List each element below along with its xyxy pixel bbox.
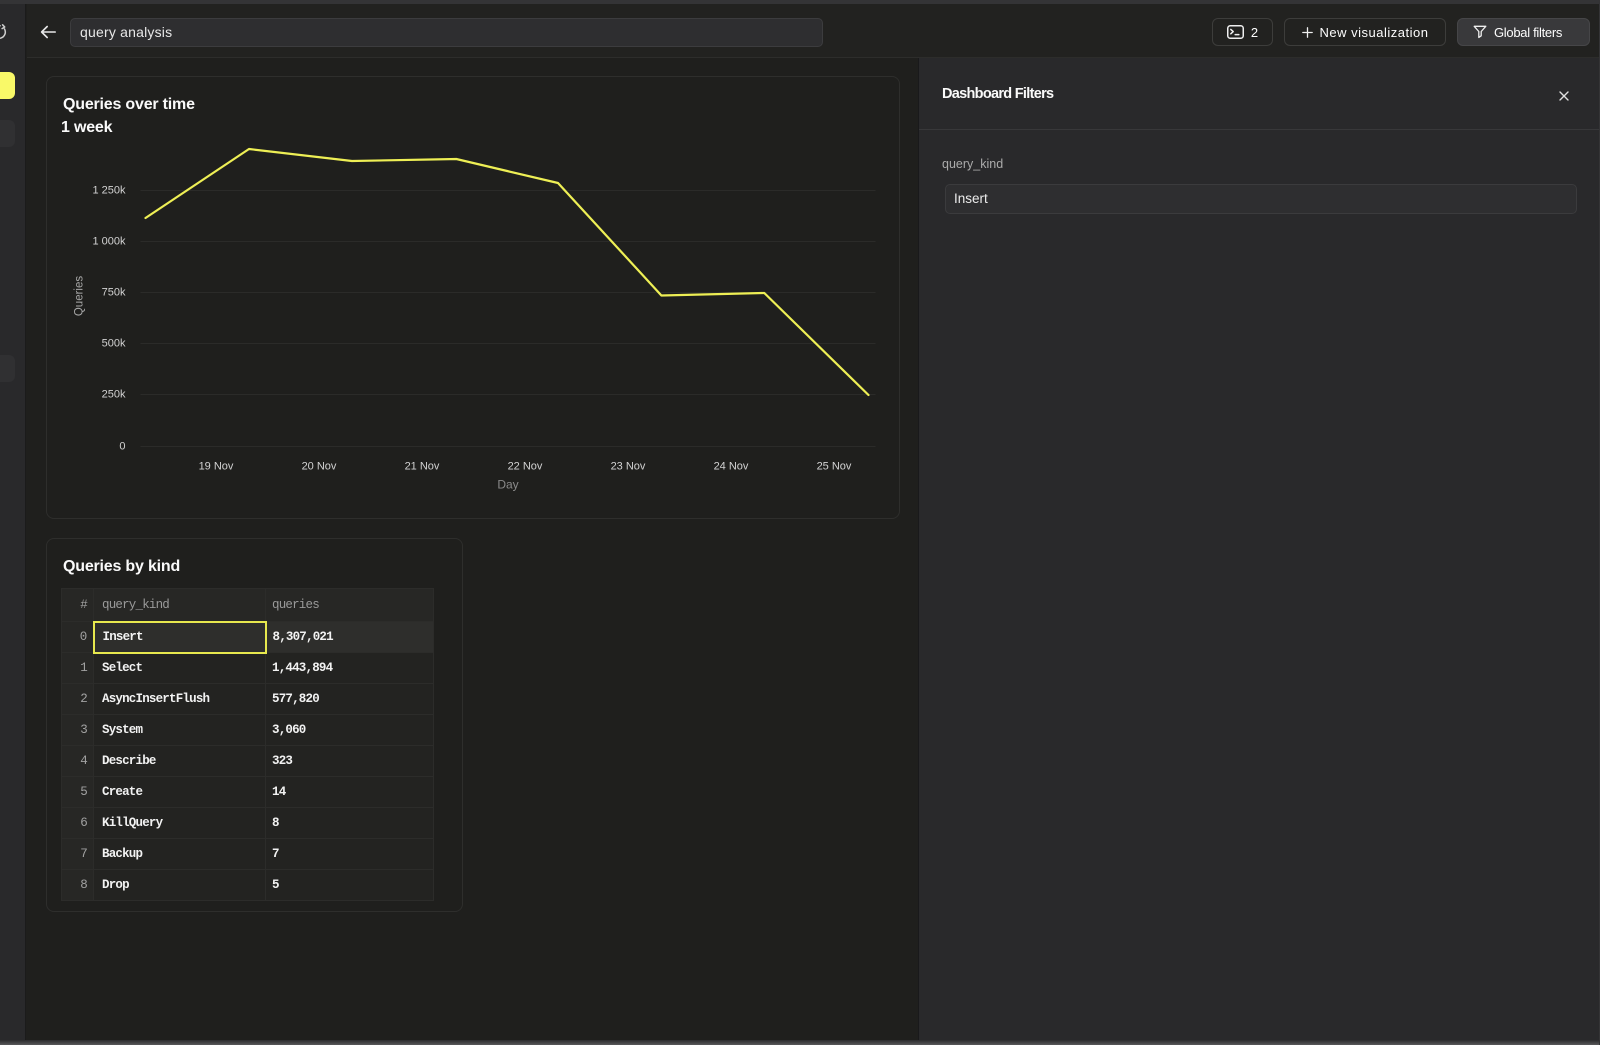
svg-text:24 Nov: 24 Nov: [714, 461, 749, 473]
svg-text:23 Nov: 23 Nov: [611, 461, 646, 473]
svg-text:250k: 250k: [102, 389, 126, 401]
svg-text:22 Nov: 22 Nov: [508, 461, 543, 473]
svg-text:20 Nov: 20 Nov: [302, 461, 337, 473]
svg-text:19 Nov: 19 Nov: [199, 461, 234, 473]
svg-text:0: 0: [119, 441, 125, 453]
svg-text:1 250k: 1 250k: [92, 185, 126, 197]
svg-text:21 Nov: 21 Nov: [405, 461, 440, 473]
svg-text:Queries: Queries: [74, 276, 86, 317]
svg-text:500k: 500k: [102, 338, 126, 350]
svg-text:Day: Day: [497, 478, 518, 492]
svg-text:25 Nov: 25 Nov: [817, 461, 852, 473]
svg-text:1 000k: 1 000k: [92, 236, 126, 248]
svg-text:750k: 750k: [102, 287, 126, 299]
